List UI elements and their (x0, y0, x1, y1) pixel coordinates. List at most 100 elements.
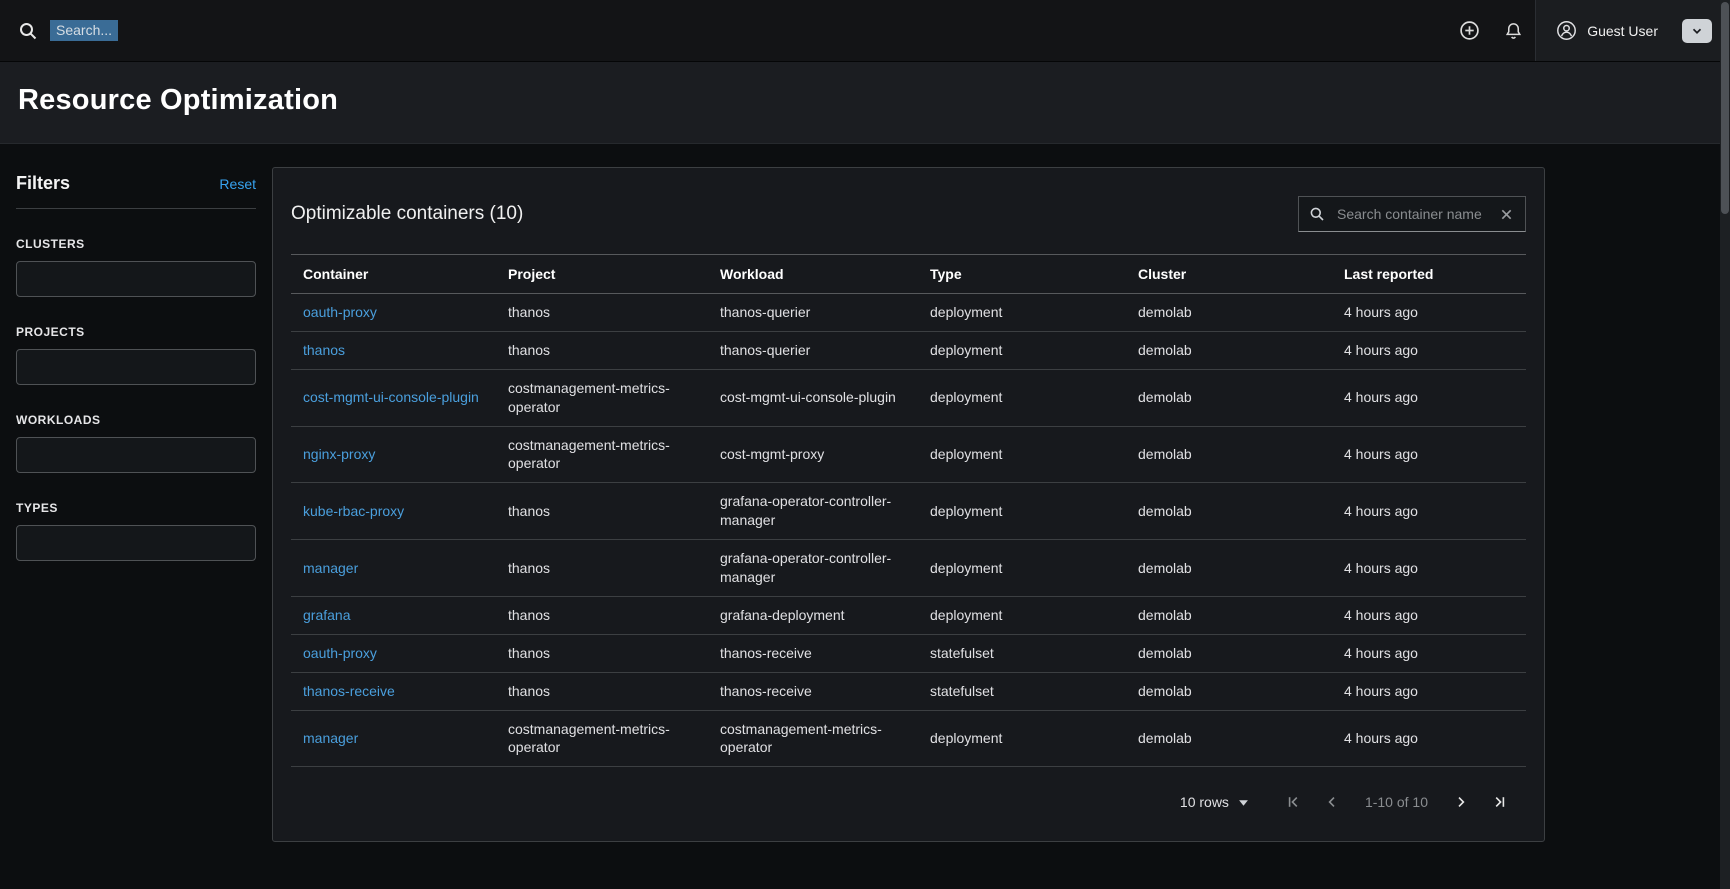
project-cell: costmanagement-metrics-operator (496, 369, 708, 426)
project-cell: thanos (496, 331, 708, 369)
containers-table: Container Project Workload Type Cluster … (291, 254, 1526, 767)
workload-cell: cost-mgmt-ui-console-plugin (708, 369, 918, 426)
project-cell: costmanagement-metrics-operator (496, 710, 708, 767)
last-reported-cell: 4 hours ago (1332, 483, 1526, 540)
container-link[interactable]: cost-mgmt-ui-console-plugin (303, 389, 479, 405)
clusters-filter-input[interactable] (16, 261, 256, 297)
table-row: grafana thanos grafana-deployment deploy… (291, 596, 1526, 634)
masthead: Search... (0, 0, 1730, 62)
last-reported-cell: 4 hours ago (1332, 634, 1526, 672)
container-cell: grafana (291, 596, 496, 634)
filter-group-clusters: CLUSTERS (16, 237, 256, 297)
type-cell: deployment (918, 540, 1126, 597)
column-header-workload: Workload (708, 255, 918, 294)
project-cell: thanos (496, 483, 708, 540)
filter-label-projects: PROJECTS (16, 325, 256, 339)
cluster-cell: demolab (1126, 596, 1332, 634)
cluster-cell: demolab (1126, 294, 1332, 332)
table-row: kube-rbac-proxy thanos grafana-operator-… (291, 483, 1526, 540)
type-cell: deployment (918, 483, 1126, 540)
table-row: thanos thanos thanos-querier deployment … (291, 331, 1526, 369)
filter-label-types: TYPES (16, 501, 256, 515)
filter-label-clusters: CLUSTERS (16, 237, 256, 251)
last-reported-cell: 4 hours ago (1332, 672, 1526, 710)
cluster-cell: demolab (1126, 426, 1332, 483)
table-row: manager thanos grafana-operator-controll… (291, 540, 1526, 597)
types-filter-input[interactable] (16, 525, 256, 561)
chevron-down-icon (1690, 24, 1704, 38)
last-page-button[interactable] (1480, 787, 1518, 817)
workload-cell: thanos-receive (708, 672, 918, 710)
global-search-field[interactable]: Search... (18, 20, 118, 41)
filter-label-workloads: WORKLOADS (16, 413, 256, 427)
workload-cell: thanos-querier (708, 294, 918, 332)
cluster-cell: demolab (1126, 634, 1332, 672)
notifications-button[interactable] (1491, 0, 1535, 61)
type-cell: deployment (918, 596, 1126, 634)
table-row: oauth-proxy thanos thanos-receive statef… (291, 634, 1526, 672)
clear-search-button[interactable] (1498, 206, 1515, 223)
first-page-icon (1286, 794, 1302, 810)
filters-reset-link[interactable]: Reset (219, 176, 256, 192)
last-reported-cell: 4 hours ago (1332, 369, 1526, 426)
last-page-icon (1491, 794, 1507, 810)
user-name-label: Guest User (1587, 23, 1658, 39)
close-icon (1500, 208, 1513, 221)
first-page-button[interactable] (1275, 787, 1313, 817)
container-link[interactable]: manager (303, 560, 358, 576)
table-header: Container Project Workload Type Cluster … (291, 255, 1526, 294)
workload-cell: grafana-operator-controller-manager (708, 483, 918, 540)
filter-group-workloads: WORKLOADS (16, 413, 256, 473)
last-reported-cell: 4 hours ago (1332, 331, 1526, 369)
last-reported-cell: 4 hours ago (1332, 710, 1526, 767)
column-header-project: Project (496, 255, 708, 294)
caret-down-icon (1238, 797, 1249, 808)
workload-cell: grafana-operator-controller-manager (708, 540, 918, 597)
workload-cell: thanos-receive (708, 634, 918, 672)
container-link[interactable]: nginx-proxy (303, 446, 375, 462)
type-cell: statefulset (918, 672, 1126, 710)
container-link[interactable]: grafana (303, 607, 350, 623)
projects-filter-input[interactable] (16, 349, 256, 385)
type-cell: deployment (918, 426, 1126, 483)
workloads-filter-input[interactable] (16, 437, 256, 473)
type-cell: deployment (918, 331, 1126, 369)
next-page-button[interactable] (1442, 787, 1480, 817)
container-link[interactable]: kube-rbac-proxy (303, 503, 404, 519)
scrollbar-thumb[interactable] (1721, 2, 1729, 214)
project-cell: thanos (496, 540, 708, 597)
previous-page-button[interactable] (1313, 787, 1351, 817)
column-header-type: Type (918, 255, 1126, 294)
container-search-input[interactable] (1335, 205, 1488, 223)
vertical-scrollbar[interactable] (1720, 0, 1730, 889)
create-button[interactable] (1447, 0, 1491, 61)
bell-icon (1504, 21, 1523, 41)
page-content: Filters Reset CLUSTERS PROJECTS WORKLOAD… (0, 144, 1730, 842)
page-title: Resource Optimization (18, 84, 1712, 117)
container-link[interactable]: manager (303, 730, 358, 746)
rows-per-page-select[interactable]: 10 rows (1180, 794, 1249, 810)
user-menu[interactable]: Guest User (1536, 0, 1730, 61)
container-cell: manager (291, 710, 496, 767)
card-title: Optimizable containers (10) (291, 203, 523, 225)
last-reported-cell: 4 hours ago (1332, 426, 1526, 483)
optimizable-containers-card: Optimizable containers (10) (272, 167, 1545, 842)
global-search-selected-text[interactable]: Search... (50, 20, 118, 41)
container-cell: thanos (291, 331, 496, 369)
container-link[interactable]: thanos-receive (303, 683, 395, 699)
pagination: 10 rows 1-10 of 10 (273, 767, 1544, 827)
cluster-cell: demolab (1126, 331, 1332, 369)
container-cell: oauth-proxy (291, 634, 496, 672)
workload-cell: thanos-querier (708, 331, 918, 369)
project-cell: thanos (496, 634, 708, 672)
container-link[interactable]: oauth-proxy (303, 304, 377, 320)
cluster-cell: demolab (1126, 710, 1332, 767)
user-icon (1556, 20, 1577, 41)
container-search-field[interactable] (1298, 196, 1526, 232)
container-link[interactable]: oauth-proxy (303, 645, 377, 661)
workload-cell: costmanagement-metrics-operator (708, 710, 918, 767)
container-link[interactable]: thanos (303, 342, 345, 358)
container-cell: cost-mgmt-ui-console-plugin (291, 369, 496, 426)
table-row: nginx-proxy costmanagement-metrics-opera… (291, 426, 1526, 483)
user-menu-toggle[interactable] (1682, 19, 1712, 43)
